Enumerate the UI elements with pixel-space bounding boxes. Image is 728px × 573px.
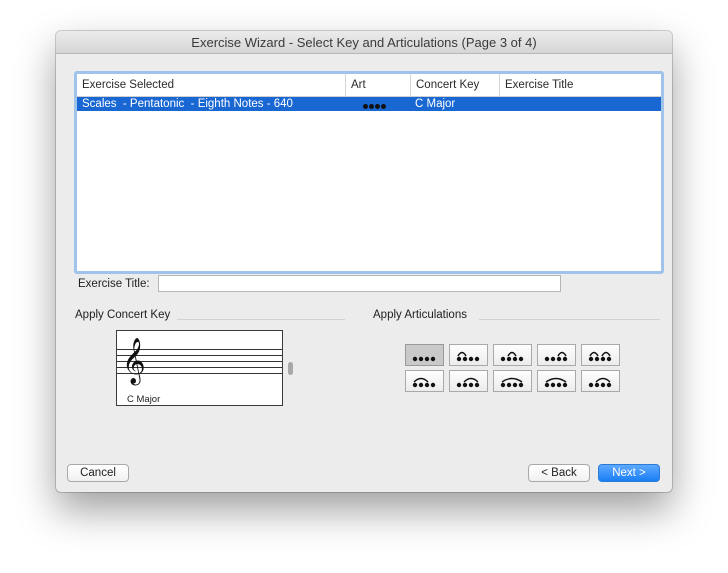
articulation-icon (500, 377, 524, 388)
column-art[interactable]: Art (345, 74, 410, 96)
articulation-slur-1-2-3-4-button[interactable] (581, 344, 620, 366)
exercise-title-input[interactable] (158, 275, 561, 292)
articulation-slur-3-4-button[interactable] (537, 344, 576, 366)
divider (177, 319, 345, 320)
table-row[interactable]: Scales - Pentatonic - Eighth Notes - 640… (77, 97, 661, 111)
back-button[interactable]: < Back (528, 464, 590, 482)
articulation-icon (412, 377, 436, 388)
articulation-slur-2-4-button[interactable] (449, 370, 488, 392)
four-dots-icon (363, 101, 387, 109)
cancel-button[interactable]: Cancel (67, 464, 129, 482)
staff-scroll-handle[interactable] (288, 362, 293, 375)
exercise-table[interactable]: Exercise Selected Art Concert Key Exerci… (74, 71, 664, 274)
articulation-slur-1-4-button[interactable] (493, 370, 532, 392)
column-exercise-title[interactable]: Exercise Title (499, 74, 661, 96)
articulation-icon (500, 351, 524, 362)
cell-exercise-title (499, 97, 504, 111)
next-button[interactable]: Next > (598, 464, 660, 482)
articulation-slur-1-4-tie-button[interactable] (537, 370, 576, 392)
articulation-no-slur-button[interactable] (405, 344, 444, 366)
articulation-icon (456, 351, 480, 362)
articulation-slur-2-4-accent-button[interactable] (581, 370, 620, 392)
articulation-icon (544, 351, 568, 362)
articulation-icon (412, 356, 436, 362)
articulation-slur-1-3-button[interactable] (405, 370, 444, 392)
staff-key-label: C Major (127, 394, 161, 405)
column-concert-key[interactable]: Concert Key (410, 74, 499, 96)
cell-concert-key: C Major (415, 98, 456, 110)
articulation-icon (544, 377, 568, 388)
table-header: Exercise Selected Art Concert Key Exerci… (77, 74, 661, 97)
window-title: Exercise Wizard - Select Key and Articul… (56, 31, 672, 54)
divider (479, 319, 660, 320)
treble-clef-icon: 𝄞 (122, 338, 146, 384)
articulation-slur-1-2-button[interactable] (449, 344, 488, 366)
exercise-wizard-window: Exercise Wizard - Select Key and Articul… (56, 31, 672, 492)
articulation-icon (456, 377, 480, 388)
exercise-title-label: Exercise Title: (78, 278, 150, 290)
articulation-icon (588, 351, 612, 362)
apply-articulations-label: Apply Articulations (373, 309, 467, 321)
articulation-icon (588, 377, 612, 388)
cell-exercise: Scales - Pentatonic - Eighth Notes - 640 (82, 98, 293, 110)
articulation-slur-2-3-button[interactable] (493, 344, 532, 366)
apply-concert-key-label: Apply Concert Key (75, 309, 171, 321)
concert-key-staff[interactable]: 𝄞 C Major (116, 330, 283, 406)
column-exercise-selected[interactable]: Exercise Selected (77, 74, 345, 96)
